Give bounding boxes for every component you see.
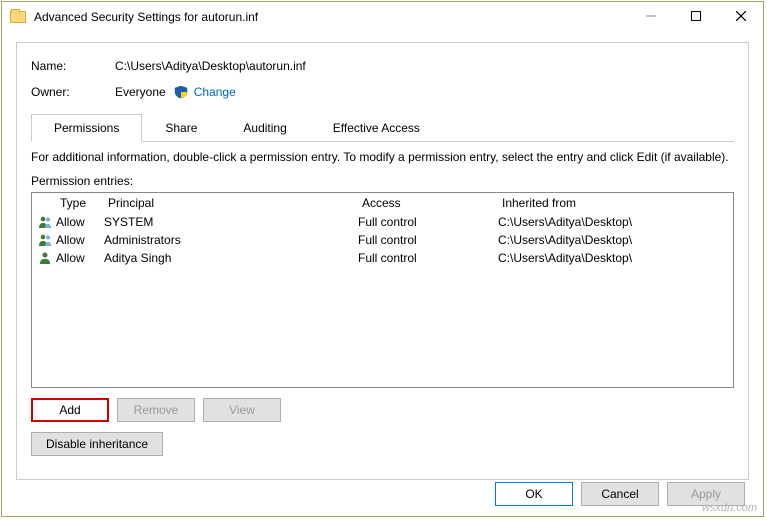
- tabs: Permissions Share Auditing Effective Acc…: [31, 113, 734, 142]
- cell-principal: SYSTEM: [104, 215, 358, 229]
- header-type[interactable]: Type: [60, 196, 108, 210]
- table-header: Type Principal Access Inherited from: [32, 193, 733, 213]
- name-label: Name:: [31, 59, 115, 73]
- tab-permissions[interactable]: Permissions: [31, 114, 142, 142]
- content-panel: Name: C:\Users\Aditya\Desktop\autorun.in…: [16, 42, 749, 480]
- permission-entries-table: Type Principal Access Inherited from All…: [31, 192, 734, 388]
- table-row[interactable]: AllowSYSTEMFull controlC:\Users\Aditya\D…: [32, 213, 733, 231]
- header-principal[interactable]: Principal: [108, 196, 362, 210]
- change-link[interactable]: Change: [194, 85, 236, 99]
- titlebar: Advanced Security Settings for autorun.i…: [2, 2, 763, 32]
- cell-principal: Aditya Singh: [104, 251, 358, 265]
- owner-row: Owner: Everyone Change: [31, 85, 734, 99]
- owner-value: Everyone: [115, 85, 166, 99]
- entries-label: Permission entries:: [31, 174, 734, 188]
- users-group-icon: [36, 232, 56, 248]
- cell-access: Full control: [358, 233, 498, 247]
- shield-icon: [174, 85, 188, 99]
- disable-inheritance-button[interactable]: Disable inheritance: [31, 432, 163, 456]
- watermark: wsxdn.com: [702, 502, 757, 514]
- cell-principal: Administrators: [104, 233, 358, 247]
- cell-inherited: C:\Users\Aditya\Desktop\: [498, 251, 733, 265]
- header-inherited[interactable]: Inherited from: [502, 196, 733, 210]
- window-controls: [628, 2, 763, 32]
- cancel-button[interactable]: Cancel: [581, 482, 659, 506]
- folder-icon: [10, 11, 26, 23]
- user-icon: [36, 250, 56, 266]
- cell-type: Allow: [56, 233, 104, 247]
- security-settings-window: Advanced Security Settings for autorun.i…: [1, 1, 764, 517]
- table-row[interactable]: AllowAditya SinghFull controlC:\Users\Ad…: [32, 249, 733, 267]
- close-button[interactable]: [718, 2, 763, 30]
- name-value: C:\Users\Aditya\Desktop\autorun.inf: [115, 59, 306, 73]
- view-button[interactable]: View: [203, 398, 281, 422]
- cell-type: Allow: [56, 251, 104, 265]
- cell-access: Full control: [358, 215, 498, 229]
- tab-share[interactable]: Share: [142, 114, 220, 142]
- users-group-icon: [36, 214, 56, 230]
- maximize-button[interactable]: [673, 2, 718, 30]
- owner-label: Owner:: [31, 85, 115, 99]
- instructions-text: For additional information, double-click…: [31, 150, 734, 164]
- add-button[interactable]: Add: [31, 398, 109, 422]
- table-row[interactable]: AllowAdministratorsFull controlC:\Users\…: [32, 231, 733, 249]
- ok-button[interactable]: OK: [495, 482, 573, 506]
- table-body: AllowSYSTEMFull controlC:\Users\Aditya\D…: [32, 213, 733, 267]
- window-title: Advanced Security Settings for autorun.i…: [34, 10, 628, 24]
- tab-auditing[interactable]: Auditing: [220, 114, 309, 142]
- name-row: Name: C:\Users\Aditya\Desktop\autorun.in…: [31, 59, 734, 73]
- cell-type: Allow: [56, 215, 104, 229]
- tab-effective-access[interactable]: Effective Access: [310, 114, 443, 142]
- remove-button[interactable]: Remove: [117, 398, 195, 422]
- cell-inherited: C:\Users\Aditya\Desktop\: [498, 233, 733, 247]
- entry-buttons: Add Remove View: [31, 398, 734, 422]
- inheritance-buttons: Disable inheritance: [31, 432, 734, 456]
- minimize-button[interactable]: [628, 2, 673, 30]
- header-access[interactable]: Access: [362, 196, 502, 210]
- cell-access: Full control: [358, 251, 498, 265]
- cell-inherited: C:\Users\Aditya\Desktop\: [498, 215, 733, 229]
